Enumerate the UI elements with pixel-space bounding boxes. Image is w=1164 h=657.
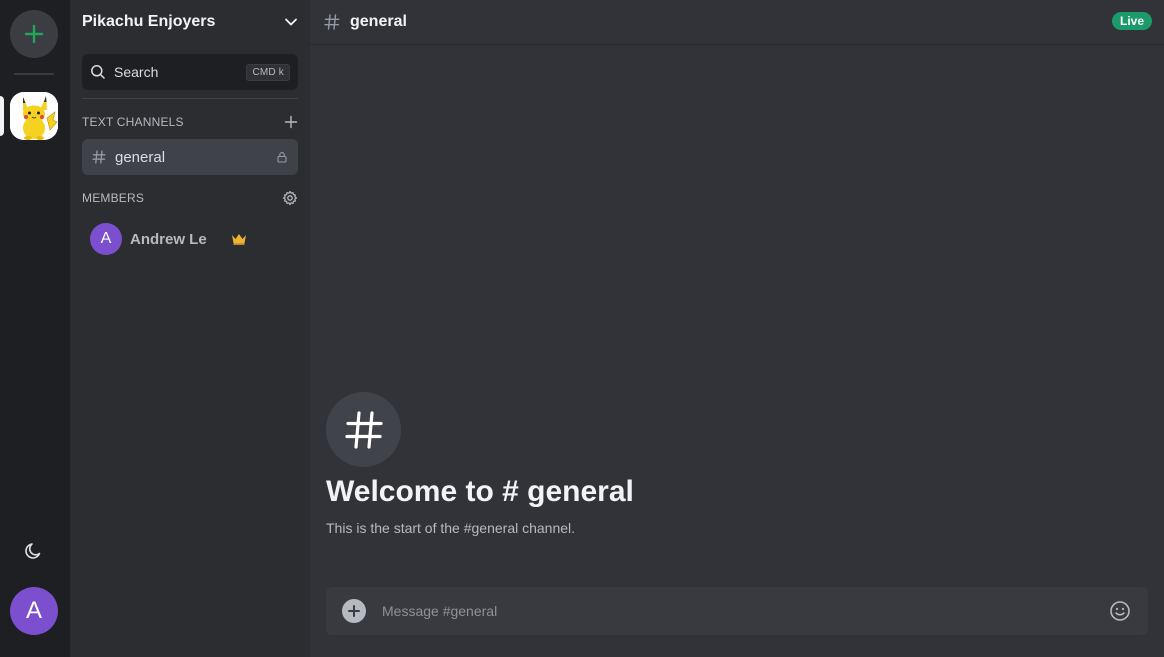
welcome-subtitle: This is the start of the #general channe…	[326, 520, 576, 536]
member-item-andrew-le[interactable]: A Andrew Le	[82, 223, 298, 255]
crown-icon	[231, 233, 247, 245]
sidebar-divider	[82, 98, 298, 99]
channel-title: general	[350, 13, 407, 30]
text-channels-title: TEXT CHANNELS	[82, 115, 184, 129]
members-header: MEMBERS	[82, 188, 298, 208]
gear-icon[interactable]	[282, 190, 298, 206]
members-title: MEMBERS	[82, 191, 145, 205]
rail-divider	[14, 73, 54, 75]
theme-toggle-button[interactable]	[22, 539, 46, 563]
plus-icon	[24, 24, 44, 44]
pikachu-icon	[10, 92, 58, 140]
channel-label: general	[115, 148, 166, 166]
member-avatar-initial: A	[100, 230, 112, 247]
plus-icon	[348, 605, 360, 617]
moon-icon	[25, 543, 41, 559]
search-label: Search	[114, 64, 159, 80]
lock-icon	[277, 152, 287, 163]
server-header[interactable]: Pikachu Enjoyers	[70, 0, 310, 44]
smiley-icon	[1110, 601, 1130, 621]
chat-area: general Live Welcome to # general This i…	[310, 0, 1164, 657]
add-channel-icon[interactable]	[284, 115, 298, 129]
member-avatar: A	[90, 223, 122, 255]
search-button[interactable]: Search CMD k	[82, 54, 298, 90]
message-input[interactable]	[382, 603, 1108, 619]
server-name: Pikachu Enjoyers	[82, 13, 216, 30]
add-server-button[interactable]	[10, 10, 58, 58]
emoji-button[interactable]	[1108, 599, 1132, 623]
welcome-title: Welcome to # general	[326, 475, 634, 508]
live-badge: Live	[1111, 12, 1152, 30]
channel-item-general[interactable]: general	[82, 139, 298, 175]
text-channels-header: TEXT CHANNELS	[82, 112, 298, 132]
channel-topbar: general Live	[310, 0, 1164, 45]
user-avatar-initial: A	[25, 597, 42, 624]
hash-icon	[344, 410, 383, 449]
user-avatar[interactable]: A	[10, 587, 58, 635]
search-shortcut: CMD k	[246, 63, 290, 81]
attach-button[interactable]	[342, 599, 366, 623]
search-icon	[91, 65, 105, 79]
hash-icon	[324, 14, 340, 30]
member-name: Andrew Le	[130, 230, 207, 248]
server-rail: A	[0, 0, 70, 657]
message-composer	[326, 587, 1148, 635]
chevron-down-icon	[285, 18, 297, 26]
channel-sidebar: Pikachu Enjoyers Search CMD k TEXT CHANN…	[70, 0, 310, 657]
server-icon-pikachu-enjoyers[interactable]	[10, 92, 58, 140]
welcome-hash-badge	[326, 392, 401, 467]
active-server-indicator	[0, 96, 4, 136]
hash-icon	[92, 150, 106, 164]
